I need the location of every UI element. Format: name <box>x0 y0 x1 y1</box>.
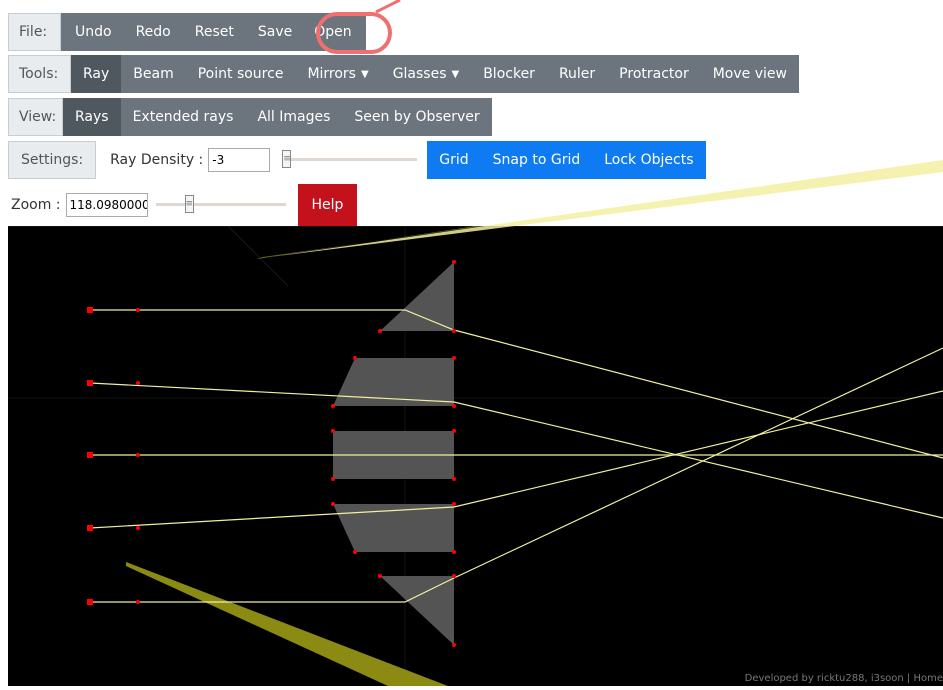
glass-vertex <box>452 502 456 506</box>
save-button[interactable]: Save <box>246 13 304 51</box>
ray-density-slider[interactable]: ≡ <box>282 150 418 170</box>
ray <box>90 309 943 459</box>
tool-protractor[interactable]: Protractor <box>607 55 701 93</box>
ray-direction-handle <box>136 526 140 530</box>
tools-toolbar: Tools: Ray Beam Point source Mirrors ▼ Gl… <box>8 55 799 93</box>
tools-label: Tools: <box>8 55 71 93</box>
ray-density-input[interactable]: -3 <box>208 148 271 172</box>
tool-glasses-dropdown[interactable]: Glasses ▼ <box>381 55 472 93</box>
tool-ray[interactable]: Ray <box>71 55 122 93</box>
light-wedge-upper <box>256 156 943 259</box>
file-label: File: <box>8 13 61 51</box>
redo-button[interactable]: Redo <box>124 13 183 51</box>
glass-vertex <box>353 550 357 554</box>
tool-glasses-label: Glasses <box>392 66 447 82</box>
glass-vertex <box>331 429 335 433</box>
slider-track <box>155 203 286 206</box>
credit-text: Developed by ricktu288, i3soon | Home <box>744 673 943 684</box>
view-buttons: Rays Extended rays All Images Seen by Ob… <box>63 98 492 136</box>
tool-ruler[interactable]: Ruler <box>547 55 607 93</box>
zoom-toolbar: Zoom : 118.0980000 ≡ Help <box>8 184 358 226</box>
zoom-field: Zoom : 118.0980000 <box>8 184 148 226</box>
ray <box>89 390 943 529</box>
slider-thumb[interactable]: ≡ <box>282 150 292 168</box>
view-toolbar: View: Rays Extended rays All Images Seen… <box>8 98 492 136</box>
glass-vertex <box>452 429 456 433</box>
zoom-slider[interactable]: ≡ <box>155 195 286 215</box>
glass-vertex <box>452 329 456 333</box>
help-button[interactable]: Help <box>297 184 358 226</box>
glass-vertex <box>452 356 456 360</box>
ray-diagram <box>8 156 943 686</box>
tools-buttons: Ray Beam Point source Mirrors ▼ Glasses ▼ … <box>71 55 799 93</box>
undo-button[interactable]: Undo <box>61 13 124 51</box>
tool-beam[interactable]: Beam <box>121 55 185 93</box>
view-all-images[interactable]: All Images <box>245 98 342 136</box>
view-extended-rays[interactable]: Extended rays <box>121 98 246 136</box>
ray-start-handle <box>87 452 93 458</box>
glass-vertex <box>452 404 456 408</box>
guide-line <box>227 225 289 287</box>
zoom-label: Zoom : <box>11 197 61 213</box>
view-rays[interactable]: Rays <box>63 98 121 136</box>
view-label: View: <box>8 98 63 136</box>
reset-button[interactable]: Reset <box>183 13 246 51</box>
tool-point-source[interactable]: Point source <box>186 55 296 93</box>
file-buttons: Undo Redo Reset Save Open <box>61 13 366 51</box>
glass-vertex <box>331 502 335 506</box>
glass-vertex <box>331 477 335 481</box>
ray-start-handle <box>87 307 93 313</box>
tool-mirrors-dropdown[interactable]: Mirrors ▼ <box>295 55 380 93</box>
glass-vertex <box>378 329 382 333</box>
ray <box>90 347 943 603</box>
caret-down-icon: ▼ <box>451 68 460 80</box>
grid-toggle[interactable]: Grid <box>427 141 480 179</box>
settings-buttons: Grid Snap to Grid Lock Objects <box>427 141 706 179</box>
glass-vertex <box>452 574 456 578</box>
ray-direction-handle <box>136 308 140 312</box>
ray-direction-handle <box>136 381 140 385</box>
tool-move-view[interactable]: Move view <box>701 55 799 93</box>
caret-down-icon: ▼ <box>360 68 369 80</box>
glass-vertex <box>353 356 357 360</box>
glass-vertex <box>378 574 382 578</box>
zoom-input[interactable]: 118.0980000 <box>65 193 148 217</box>
ray-start-handle <box>87 525 93 531</box>
ray-density-field: Ray Density : -3 <box>96 141 276 179</box>
annotation-arrow <box>375 0 401 14</box>
snap-to-grid-toggle[interactable]: Snap to Grid <box>481 141 593 179</box>
ray-density-label: Ray Density : <box>110 152 204 168</box>
ray-direction-handle <box>136 600 140 604</box>
file-toolbar: File: Undo Redo Reset Save Open <box>8 13 366 51</box>
open-button[interactable]: Open <box>304 13 365 51</box>
ray-start-handle <box>87 380 93 386</box>
settings-toolbar: Settings: Ray Density : -3 ≡ Grid Snap t… <box>8 141 706 179</box>
glass-vertex <box>452 260 456 264</box>
glass-prism-top <box>380 262 454 331</box>
view-seen-by-observer[interactable]: Seen by Observer <box>342 98 491 136</box>
ray-start-handle <box>87 599 93 605</box>
slider-track <box>282 158 418 161</box>
glass-prism-bottom <box>380 576 454 645</box>
simulation-canvas[interactable]: Developed by ricktu288, i3soon | Home <box>8 156 943 686</box>
lock-objects-toggle[interactable]: Lock Objects <box>592 141 705 179</box>
glass-vertex <box>331 404 335 408</box>
glass-prism-lower <box>333 504 454 552</box>
tool-mirrors-label: Mirrors <box>307 66 356 82</box>
slider-thumb[interactable]: ≡ <box>184 195 194 213</box>
glass-vertex <box>452 643 456 647</box>
settings-label: Settings: <box>8 141 97 179</box>
ray-direction-handle <box>136 453 140 457</box>
glass-vertex <box>452 477 456 481</box>
ray <box>89 382 943 519</box>
glass-vertex <box>452 550 456 554</box>
tool-blocker[interactable]: Blocker <box>471 55 547 93</box>
